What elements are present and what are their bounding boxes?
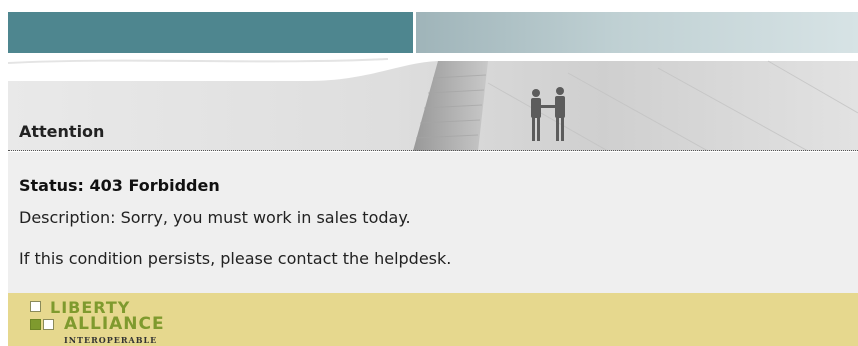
description-text: Description: Sorry, you must work in sal… [19, 208, 411, 227]
error-page: Attention Status: 403 Forbidden Descript… [0, 0, 858, 346]
logo-square-icon [30, 319, 41, 330]
logo-text-interoperable: INTEROPERABLE [64, 335, 158, 345]
logo-text-alliance: ALLIANCE [64, 314, 165, 334]
header-bar [8, 12, 413, 53]
header-photo-strip [416, 12, 858, 53]
logo-square-icon [43, 319, 54, 330]
banner-graphic [8, 53, 858, 151]
helpdesk-notice: If this condition persists, please conta… [19, 249, 452, 268]
status-text: Status: 403 Forbidden [19, 176, 220, 195]
attention-title: Attention [19, 122, 105, 141]
liberty-alliance-logo: LIBERTY ALLIANCE INTEROPERABLE [30, 298, 210, 346]
attention-banner [8, 53, 858, 151]
logo-square-icon [30, 301, 41, 312]
banner-divider [8, 150, 858, 151]
